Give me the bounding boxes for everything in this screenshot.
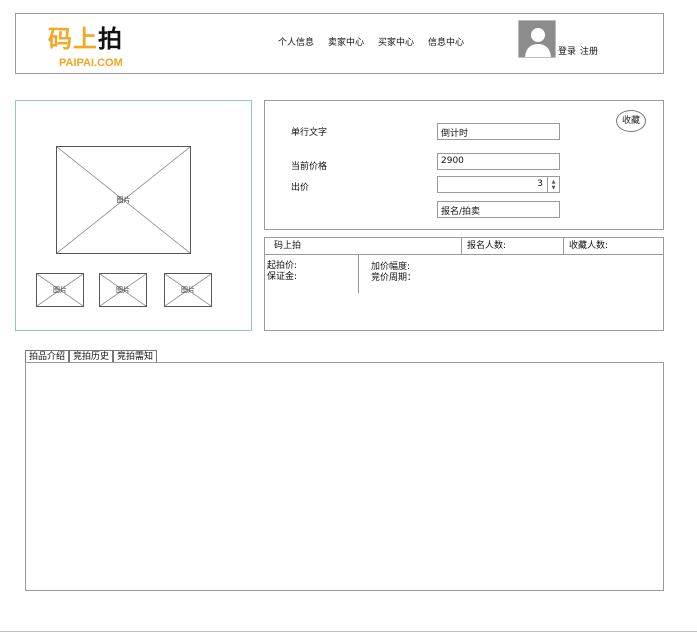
login-link[interactable]: 登录: [558, 44, 576, 57]
register-link[interactable]: 注册: [580, 44, 598, 57]
bid-value: 3: [537, 179, 543, 189]
image-gallery: 图片 图片 图片 图片: [15, 100, 252, 331]
signup-auction-button[interactable]: 报名/拍卖: [437, 201, 560, 218]
nav-item-buyer-center[interactable]: 买家中心: [378, 35, 414, 48]
main-image-label: 图片: [116, 196, 131, 204]
nav-item-personal-info[interactable]: 个人信息: [278, 35, 314, 48]
logo-text-black: 拍: [98, 25, 123, 53]
cycle-label: 竞价周期：: [371, 273, 417, 283]
site-header: 码上拍 PAIPAI.COM 个人信息 卖家中心 买家中心 信息中心 登录 注册: [15, 13, 664, 74]
thumbnail-3[interactable]: 图片: [164, 273, 212, 307]
stepper-arrows[interactable]: ▲ ▼: [547, 177, 559, 192]
signup-count-label: 报名人数:: [467, 241, 507, 251]
user-avatar-icon[interactable]: [518, 20, 556, 58]
logo-subtitle: PAIPAI.COM: [59, 57, 123, 69]
thumbnail-2[interactable]: 图片: [99, 273, 147, 307]
current-price-label: 当前价格: [291, 162, 328, 172]
auction-stats-panel: 码上拍 报名人数: 收藏人数: 起拍价: 保证金: 加价幅度: 竞价周期：: [264, 237, 664, 331]
thumbnail-label: 图片: [116, 286, 130, 294]
nav-item-seller-center[interactable]: 卖家中心: [328, 35, 364, 48]
thumbnail-label: 图片: [53, 286, 67, 294]
bid-stepper[interactable]: 3 ▲ ▼: [437, 176, 560, 193]
product-info-panel: 单行文字 倒计时 当前价格 2900 出价 3 ▲ ▼ 报名/拍卖 收藏: [264, 100, 664, 230]
thumbnail-1[interactable]: 图片: [36, 273, 84, 307]
favorite-button[interactable]: 收藏: [616, 110, 646, 132]
site-logo[interactable]: 码上拍: [48, 24, 123, 54]
thumbnail-label: 图片: [181, 286, 195, 294]
current-price-field: 2900: [437, 153, 560, 170]
seller-name: 码上拍: [274, 241, 302, 251]
deposit-label: 保证金:: [267, 272, 298, 282]
arrow-down-icon[interactable]: ▼: [552, 185, 556, 191]
nav-item-message-center[interactable]: 信息中心: [428, 35, 464, 48]
favorite-count-label: 收藏人数:: [569, 241, 609, 251]
main-nav: 个人信息 卖家中心 买家中心 信息中心: [278, 35, 464, 48]
stats-header-row: 码上拍 报名人数: 收藏人数:: [265, 238, 663, 255]
logo-text-orange: 码上: [48, 25, 98, 53]
page-bottom-divider: [0, 631, 697, 632]
bid-label: 出价: [291, 183, 310, 193]
product-title-label: 单行文字: [291, 128, 328, 138]
divider: [358, 255, 359, 293]
main-image-placeholder[interactable]: 图片: [56, 146, 191, 254]
countdown-field: 倒计时: [437, 123, 560, 140]
auth-links: 登录 注册: [558, 44, 598, 57]
tab-content-area: [25, 362, 664, 591]
